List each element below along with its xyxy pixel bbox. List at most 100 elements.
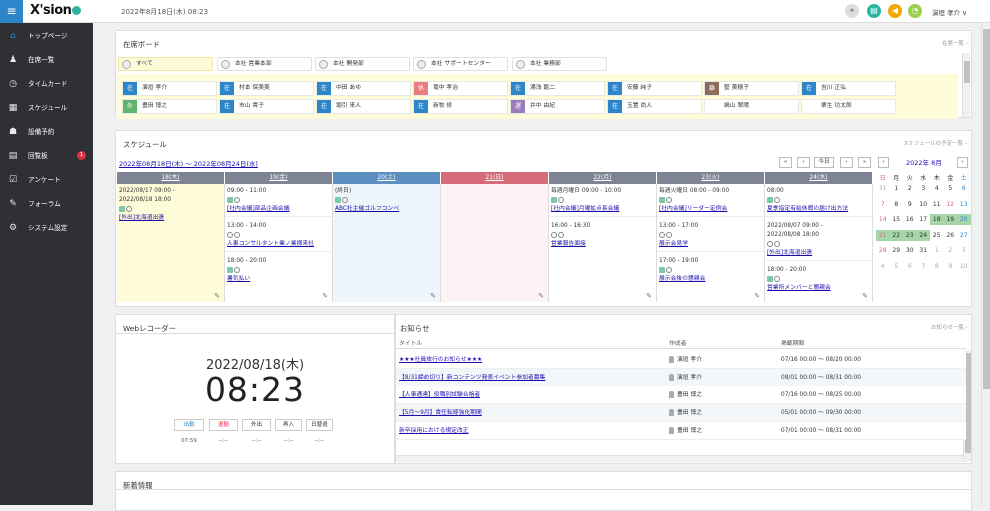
minical-day[interactable]: 5 — [889, 260, 903, 272]
calendar-day-column[interactable]: (終日) ABC社主催ゴルフコンペ ✎ — [333, 184, 441, 302]
presence-person[interactable]: 在村本 保美美 — [219, 81, 314, 96]
event-title-link[interactable]: [外出]北海道出張 — [119, 215, 164, 221]
event-title-link[interactable]: 営業所メンバーと懇親会 — [767, 285, 831, 291]
schedule-list-link[interactable]: スケジュールの予定一覧 › — [903, 139, 967, 147]
news-row[interactable]: 【5月〜9月】責任転嫁強化期間 豊田 博之 05/01 00:00 〜 09/30 … — [396, 404, 966, 423]
calendar-day-column[interactable]: ✎ — [441, 184, 549, 302]
presence-person[interactable]: 在中田 あゆ — [316, 81, 411, 96]
minical-day[interactable]: 17 — [916, 214, 930, 225]
presence-person[interactable]: 在演垣 孝介 — [122, 81, 217, 96]
news-title-link[interactable]: 新卒採用における規定改正 — [399, 422, 469, 440]
minical-day[interactable]: 7 — [876, 198, 890, 210]
event-title-link[interactable]: [外出]北海道出張 — [767, 250, 812, 256]
news-title-link[interactable]: 【8/31締め切り】新コンテンツ発表イベント参加者募集 — [399, 369, 545, 387]
presence-person[interactable]: 離堅 美穂子 — [704, 81, 799, 96]
minical-day[interactable]: 2 — [943, 245, 957, 256]
calendar-day-header[interactable]: 21(日) — [441, 172, 548, 184]
minical-day[interactable]: 18 — [930, 214, 944, 225]
sidebar-item-6[interactable]: ☑ アンケート — [0, 168, 93, 192]
presence-person[interactable]: 遅井中 由紀 — [510, 99, 605, 114]
minical-day[interactable]: 27 — [957, 229, 971, 241]
minical-day[interactable]: 19 — [943, 214, 957, 225]
hamburger-menu-icon[interactable]: ≡ — [0, 0, 23, 23]
schedule-event[interactable]: 13:00 - 17:00 展示会見学 — [657, 219, 764, 249]
minical-day[interactable]: 28 — [876, 245, 890, 256]
recorder-button[interactable]: 退勤 — [209, 419, 238, 431]
event-title-link[interactable]: 暑気払い — [227, 276, 250, 282]
minical-day[interactable]: 15 — [889, 214, 903, 225]
schedule-event[interactable]: 09:00 - 11:00 [社内会議]部品企画会議 — [225, 184, 332, 214]
sidebar-item-5[interactable]: ▤ 回覧板 1 — [0, 144, 93, 168]
event-title-link[interactable]: 夏季指定有給休暇の届け出方法 — [767, 206, 848, 212]
calendar-day-header[interactable]: 18(木) — [117, 172, 224, 184]
minical-day[interactable]: 23 — [903, 229, 917, 241]
minical-day[interactable]: 16 — [903, 214, 917, 225]
minical-day[interactable]: 30 — [903, 245, 917, 256]
schedule-event[interactable]: 17:00 - 19:00 展示会後の懇親会 — [657, 254, 764, 284]
calendar-day-column[interactable]: 09:00 - 11:00 [社内会議]部品企画会議 13:00 - 14:00 人事… — [225, 184, 333, 302]
event-title-link[interactable]: 営業報告面接 — [551, 241, 586, 247]
presence-group-tab[interactable]: 本社 営業本部 — [217, 57, 312, 71]
minical-next-button[interactable]: › — [957, 157, 968, 168]
presence-person[interactable]: 休竜中 孝治 — [413, 81, 508, 96]
calendar-day-column[interactable]: 毎週火曜日 08:00 - 09:00 [社内会議]リーダー定例会 13:00 - … — [657, 184, 765, 302]
minical-day[interactable]: 3 — [916, 183, 930, 194]
minical-prev-button[interactable]: ‹ — [878, 157, 889, 168]
minical-day[interactable]: 24 — [916, 229, 930, 241]
presence-group-tab[interactable]: 本社 サポートセンター — [413, 57, 508, 71]
page-scrollbar[interactable] — [981, 23, 990, 505]
news-title-link[interactable]: ★★★社員旅行のお知らせ★★★ — [399, 351, 482, 369]
presence-person[interactable]: 在新牧 修 — [413, 99, 508, 114]
news-title-link[interactable]: 【人事通達】役職別試験合格者 — [399, 386, 480, 404]
presence-scrollbar[interactable] — [962, 53, 970, 117]
news-row[interactable]: 【8/31締め切り】新コンテンツ発表イベント参加者募集 演垣 孝介 08/01 00… — [396, 368, 966, 387]
minical-day[interactable]: 3 — [957, 245, 971, 256]
minical-day[interactable]: 26 — [943, 229, 957, 241]
schedule-nav-button[interactable]: » — [858, 157, 871, 168]
event-title-link[interactable]: 展示会後の懇親会 — [659, 276, 705, 282]
presence-list-link[interactable]: 在席一覧 › — [942, 39, 968, 47]
news-row[interactable]: 【人事通達】役職別試験合格者 豊田 博之 07/16 00:00 〜 08/25 0… — [396, 386, 966, 405]
news-row[interactable]: 新卒採用における規定改正 豊田 博之 07/01 00:00 〜 08/31 00:… — [396, 421, 966, 440]
megaphone-icon[interactable]: ◀ — [888, 4, 902, 18]
sidebar-item-1[interactable]: ♟ 在席一覧 — [0, 48, 93, 72]
presence-person[interactable]: 在安藤 純子 — [607, 81, 702, 96]
schedule-nav-button[interactable]: « — [779, 157, 792, 168]
presence-group-tab[interactable]: 本社 開発部 — [315, 57, 410, 71]
presence-person[interactable]: 嶋山 翠陽 — [704, 99, 799, 114]
event-title-link[interactable]: 人事コンサルタント業ノ業様来社 — [227, 241, 314, 247]
sidebar-item-4[interactable]: ☗ 設備予約 — [0, 120, 93, 144]
schedule-range[interactable]: 2022年08月18日(木) 〜 2022年08月24日(水) — [119, 158, 258, 168]
presence-person[interactable]: 在堀引 来人 — [316, 99, 411, 114]
schedule-event[interactable]: 13:00 - 14:00 人事コンサルタント業ノ業様来社 — [225, 219, 332, 249]
schedule-nav-button[interactable]: 今日 — [814, 157, 834, 168]
minical-day[interactable]: 12 — [943, 198, 957, 210]
schedule-event[interactable]: 2022/08/07 09:00 - 2022/08/08 18:00 [外出]北海… — [765, 219, 872, 258]
notebook-icon[interactable]: ▤ — [867, 4, 881, 18]
minical-day[interactable]: 10 — [957, 260, 971, 272]
minical-day[interactable]: 21 — [876, 229, 890, 241]
minical-day[interactable]: 9 — [943, 260, 957, 272]
lightbulb-icon[interactable]: ✦ — [845, 4, 859, 18]
minical-day[interactable]: 11 — [930, 198, 944, 210]
minical-day[interactable]: 5 — [943, 183, 957, 194]
news-h-scrollbar[interactable] — [396, 455, 963, 462]
event-title-link[interactable]: ABC社主催ゴルフコンペ — [335, 206, 399, 212]
minical-day[interactable]: 6 — [957, 183, 971, 194]
edit-icon[interactable]: ✎ — [214, 292, 220, 300]
minical-day[interactable]: 8 — [930, 260, 944, 272]
minical-day[interactable]: 4 — [930, 183, 944, 194]
minical-day[interactable]: 14 — [876, 214, 890, 225]
minical-day[interactable]: 4 — [876, 260, 890, 272]
minical-day[interactable]: 25 — [930, 229, 944, 241]
event-title-link[interactable]: [社内会議]リーダー定例会 — [659, 206, 727, 212]
user-menu[interactable]: 演垣 孝介 ∨ — [932, 7, 967, 17]
presence-person[interactable]: 在市山 貴子 — [219, 99, 314, 114]
minical-day[interactable]: 10 — [916, 198, 930, 210]
presence-person[interactable]: 在吉川 正弘 — [801, 81, 896, 96]
calendar-day-column[interactable]: 2022/08/17 09:00 - 2022/08/18 18:00 [外出]北海… — [117, 184, 225, 302]
recorder-button[interactable]: 再入 — [275, 419, 302, 431]
event-title-link[interactable]: [社内会議]部品企画会議 — [227, 206, 290, 212]
calendar-day-header[interactable]: 24(水) — [765, 172, 872, 184]
event-title-link[interactable]: [社内会議]月曜拡点長会議 — [551, 206, 619, 212]
